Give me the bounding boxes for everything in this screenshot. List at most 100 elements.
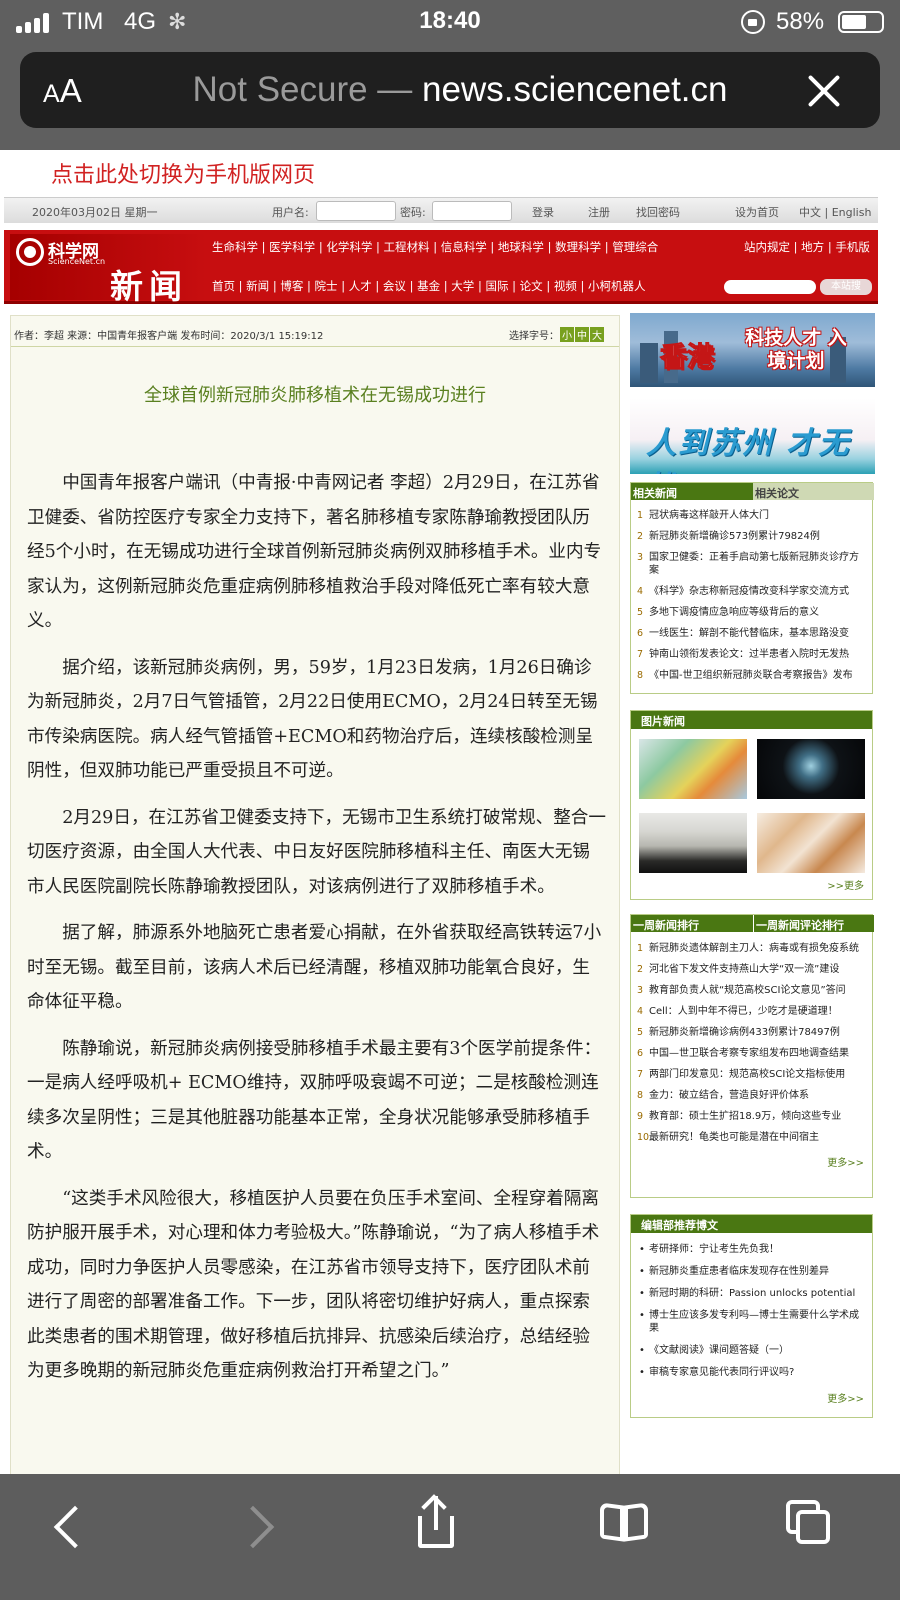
article-meta: 作者：李超 来源：中国青年报客户端 发布时间：2020/3/1 15:19:12 xyxy=(14,331,324,342)
section-title: 新闻 xyxy=(110,267,188,306)
list-item[interactable]: 6 一线医生：解剖不能代替临床，基本思路没变 xyxy=(637,627,866,640)
password-field[interactable] xyxy=(432,201,512,221)
bookmarks-icon[interactable] xyxy=(594,1498,654,1558)
editor-picks-box: 编辑部推荐博文 考研择师：宁让考生先负我！ 新冠肺炎重症患者临床发现存在性别差异… xyxy=(630,1214,873,1418)
list-item[interactable]: 1 新冠肺炎遗体解剖主刀人：病毒或有损免疫系统 xyxy=(637,942,866,955)
password-label: 密码: xyxy=(400,206,426,219)
tab-related-papers[interactable]: 相关论文 xyxy=(755,485,799,501)
url-display[interactable]: Not Secure — news.sciencenet.cn xyxy=(20,70,900,110)
article-title: 全球首例新冠肺炎肺移植术在无锡成功进行 xyxy=(144,385,486,406)
weekly-ranking-box: 一周新闻排行 一周新闻评论排行 1 新冠肺炎遗体解剖主刀人：病毒或有损免疫系统 2… xyxy=(630,914,874,1198)
font-medium-button[interactable]: 中 xyxy=(575,327,589,342)
site-search-input[interactable] xyxy=(724,280,816,294)
list-item[interactable]: 10 最新研究！龟类也可能是潜在中间宿主 xyxy=(637,1131,866,1144)
main-nav[interactable]: 首页 | 新闻 | 博客 | 院士 | 人才 | 会议 | 基金 | 大学 | … xyxy=(212,278,646,294)
tab-weekly-comments[interactable]: 一周新闻评论排行 xyxy=(756,917,844,933)
news-photo[interactable] xyxy=(757,739,865,799)
list-item[interactable]: 8 《中国-世卫组织新冠肺炎联合考察报告》发布 xyxy=(637,669,866,682)
list-item[interactable]: 1 冠状病毒这样敲开人体大门 xyxy=(637,509,866,522)
domain-label: news.sciencenet.cn xyxy=(422,70,728,109)
article-panel: 作者：李超 来源：中国青年报客户端 发布时间：2020/3/1 15:19:12… xyxy=(10,315,620,1480)
editor-picks-more-link[interactable]: 更多>> xyxy=(631,1390,872,1405)
list-item[interactable]: 4 《科学》杂志称新冠疫情改变科学家交流方式 xyxy=(637,585,866,598)
paragraph: 据介绍，该新冠肺炎病例，男，59岁，1月23日发病，1月26日确诊为新冠肺炎，2… xyxy=(27,657,598,782)
orientation-lock-icon xyxy=(741,10,765,34)
article-body: 中国青年报客户端讯（中青报·中青网记者 李超）2月29日，在江苏省卫健委、省防控… xyxy=(27,466,607,1401)
login-link[interactable]: 登录 xyxy=(532,204,554,220)
address-bar[interactable]: AA Not Secure — news.sciencenet.cn xyxy=(20,52,880,128)
list-item[interactable]: 新冠肺炎重症患者临床发现存在性别差异 xyxy=(639,1265,866,1278)
browser-chrome: TIM 4G ✻ 18:40 58% AA Not Secure — news.… xyxy=(0,0,900,150)
list-item[interactable]: 6 中国—世卫联合考察专家组发布四地调查结果 xyxy=(637,1047,866,1060)
register-link[interactable]: 注册 xyxy=(588,204,610,220)
weekly-more-link[interactable]: 更多>> xyxy=(631,1154,872,1169)
not-secure-label: Not Secure — xyxy=(192,70,413,109)
language-switch[interactable]: 中文 | English xyxy=(799,204,871,220)
list-item[interactable]: 7 钟南山领衔发表论文：过半患者入院时无发热 xyxy=(637,648,866,661)
logo-icon xyxy=(16,238,44,266)
list-item[interactable]: 3 教育部负责人就“规范高校SCI论文意见”答问 xyxy=(637,984,866,997)
username-field[interactable] xyxy=(316,201,396,221)
font-size-selector: 选择字号：小中大 xyxy=(509,327,604,342)
ad-text: 人到苏州 才无忧 xyxy=(646,426,851,474)
login-bar: 2020年03月02日 星期一 用户名: 密码: 登录 注册 找回密码 设为首页… xyxy=(4,197,878,223)
list-item[interactable]: 考研择师：宁让考生先负我！ xyxy=(639,1243,866,1256)
list-item[interactable]: 3 国家卫健委：正着手启动第七版新冠肺炎诊疗方案 xyxy=(637,551,866,577)
font-large-button[interactable]: 大 xyxy=(590,327,604,342)
battery-percent: 58% xyxy=(776,8,825,35)
switch-to-mobile-link[interactable]: 点击此处切换为手机版网页 xyxy=(51,157,315,189)
list-item[interactable]: 7 两部门印发意见：规范高校SCI论文指标使用 xyxy=(637,1068,866,1081)
news-photo[interactable] xyxy=(639,739,747,799)
list-item[interactable]: 2 新冠肺炎新增确诊573例累计79824例 xyxy=(637,530,866,543)
list-item[interactable]: 《文献阅读》课间题答疑（一） xyxy=(639,1344,866,1357)
list-item[interactable]: 9 教育部：硕士生扩招18.9万，倾向这些专业 xyxy=(637,1110,866,1123)
date-label: 2020年03月02日 星期一 xyxy=(32,206,158,219)
list-item[interactable]: 新冠时期的科研：Passion unlocks potential xyxy=(639,1287,866,1300)
recover-password-link[interactable]: 找回密码 xyxy=(636,204,680,220)
list-item[interactable]: 4 Cell：人到中年不得已，少吃才是硬道理！ xyxy=(637,1005,866,1018)
utility-nav[interactable]: 站内规定 | 地方 | 手机版 xyxy=(744,239,870,255)
subject-nav[interactable]: 生命科学 | 医学科学 | 化学科学 | 工程材料 | 信息科学 | 地球科学 … xyxy=(212,239,658,255)
clock: 18:40 xyxy=(419,7,481,34)
list-item[interactable]: 5 多地下调疫情应急响应等级背后的意义 xyxy=(637,606,866,619)
paragraph: 据了解，肺源系外地脑死亡患者爱心捐献，在外省获取经高铁转运7小时至无锡。截至目前… xyxy=(27,923,602,1012)
tab-related-news[interactable]: 相关新闻 xyxy=(633,485,677,501)
site-banner: 科学网 ScienceNet.cn 新闻 生命科学 | 医学科学 | 化学科学 … xyxy=(4,230,878,306)
news-photo[interactable] xyxy=(757,813,865,873)
set-homepage-link[interactable]: 设为首页 xyxy=(735,204,779,220)
divider xyxy=(11,346,619,347)
list-item[interactable]: 8 金力：破立结合，营造良好评价体系 xyxy=(637,1089,866,1102)
news-photo[interactable] xyxy=(639,813,747,873)
paragraph: “这类手术风险很大，移植医护人员要在负压手术室间、全程穿着隔离防护服开展手术，对… xyxy=(27,1188,600,1382)
list-item[interactable]: 2 河北省下发文件支持燕山大学“双一流”建设 xyxy=(637,963,866,976)
status-bar: TIM 4G ✻ 18:40 58% xyxy=(0,0,900,44)
paragraph: 陈静瑜说，新冠肺炎病例接受肺移植手术最主要有3个医学前提条件：一是病人经呼吸机+… xyxy=(27,1038,602,1163)
username-label: 用户名: xyxy=(272,206,309,219)
photo-news-title: 图片新闻 xyxy=(631,711,872,729)
font-size-label: 选择字号： xyxy=(509,331,559,342)
battery-icon xyxy=(838,11,884,33)
tab-weekly-news[interactable]: 一周新闻排行 xyxy=(633,917,699,933)
paragraph: 中国青年报客户端讯（中青报·中青网记者 李超）2月29日，在江苏省卫健委、省防控… xyxy=(27,473,602,631)
list-item[interactable]: 5 新冠肺炎新增确诊病例433例累计78497例 xyxy=(637,1026,866,1039)
suzhou-talent-ad[interactable]: 人到苏州 才无忧 xyxy=(630,398,875,474)
related-box: 相关新闻 相关论文 1 冠状病毒这样敲开人体大门 2 新冠肺炎新增确诊573例累计7… xyxy=(630,482,874,694)
site-search-button[interactable]: 本站搜 xyxy=(820,279,872,295)
list-item[interactable]: 审稿专家意见能代表同行评议吗? xyxy=(639,1366,866,1379)
forward-icon[interactable] xyxy=(230,1498,290,1558)
photo-more-link[interactable]: >>更多 xyxy=(827,877,872,892)
share-icon[interactable] xyxy=(406,1494,466,1558)
ad-text: 科技人才 入境计划 xyxy=(745,327,847,372)
close-icon[interactable] xyxy=(805,72,843,110)
editor-picks-title: 编辑部推荐博文 xyxy=(631,1215,872,1233)
list-item[interactable]: 博士生应该多发专利吗—博士生需要什么学术成果 xyxy=(639,1309,866,1335)
site-logo[interactable]: 科学网 ScienceNet.cn 新闻 xyxy=(10,234,206,306)
paragraph: 2月29日，在江苏省卫健委支持下，无锡市卫生系统打破常规、整合一切医疗资源，由全… xyxy=(27,807,606,897)
tabs-icon[interactable] xyxy=(780,1498,840,1558)
font-small-button[interactable]: 小 xyxy=(560,327,574,342)
browser-toolbar xyxy=(0,1474,900,1600)
ad-place: 香港 xyxy=(660,342,715,374)
hk-talent-ad[interactable]: 香港 科技人才 入境计划 xyxy=(630,313,875,387)
back-icon[interactable] xyxy=(40,1498,100,1558)
logo-domain: ScienceNet.cn xyxy=(48,257,106,266)
